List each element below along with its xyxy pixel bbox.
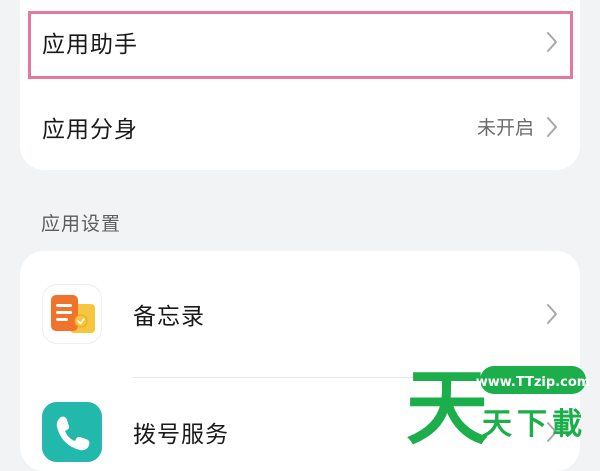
watermark-logo: 天 www.TTzip.com 天下載 — [406, 361, 591, 450]
app-dual-row[interactable]: 应用分身 未开启 — [20, 83, 580, 170]
section-header: 应用设置 — [41, 213, 122, 235]
chevron-right-icon — [547, 304, 557, 324]
dialer-icon — [42, 402, 102, 462]
watermark-url: www.TTzip.com — [476, 375, 591, 390]
memo-label: 备忘录 — [133, 304, 205, 330]
chevron-right-icon — [547, 31, 557, 52]
chevron-right-icon — [547, 116, 557, 137]
app-dual-status: 未开启 — [476, 117, 534, 139]
app-assistant-label: 应用助手 — [42, 31, 138, 58]
settings-card-top: 应用助手 应用分身 未开启 — [20, 0, 580, 170]
app-assistant-row[interactable]: 应用助手 — [20, 0, 580, 83]
watermark-text: 天下載 — [482, 407, 587, 442]
memo-icon — [42, 284, 102, 344]
app-dual-label: 应用分身 — [42, 116, 138, 143]
dialer-label: 拨号服务 — [133, 422, 229, 448]
